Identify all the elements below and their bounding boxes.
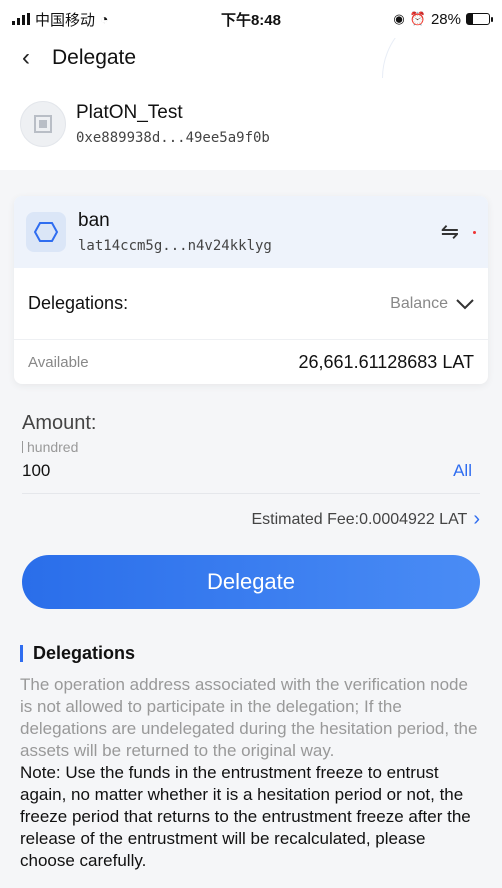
status-time: 下午8:48 [220,11,281,29]
balance-dropdown[interactable]: Balance [390,295,474,313]
estimated-fee-row[interactable]: Estimated Fee:0.0004922 LAT › [0,508,502,531]
carrier-label: 中国移动 [35,11,96,29]
notes-grey-text: The operation address associated with th… [20,675,478,760]
status-left: 中国移动 ◔ [12,9,108,30]
wallet-icon [34,115,52,133]
status-bar: 中国移动 ◔ 下午8:48 ◉ ⏰ 28% [0,0,502,38]
notes-title: Delegations [20,643,482,664]
amount-label: Amount: [22,412,97,434]
delegate-button[interactable]: Delegate [22,555,480,609]
chevron-down-icon [456,298,474,309]
status-right: ◉ ⏰ 28% [393,10,493,28]
estimated-fee-text: Estimated Fee:0.0004922 LAT [251,510,468,528]
wallet-card: PlatON_Test 0xe889938d...49ee5a9f0b [0,78,502,170]
available-value: 26,661.61128683 LAT [298,351,474,372]
node-selector[interactable]: ban lat14ccm5g...n4v24kklyg ⇋ [14,196,488,268]
battery-icon [465,13,493,25]
page-title: Delegate [52,46,137,69]
node-address: lat14ccm5g...n4v24kklyg [78,238,272,254]
amount-hint: hundred [22,439,480,455]
balance-dropdown-value: Balance [390,294,448,312]
available-row: Available 26,661.61128683 LAT [14,340,488,384]
back-icon[interactable]: ‹ [22,44,52,72]
all-button[interactable]: All [453,461,472,481]
delegations-label: Delegations: [28,293,129,313]
header-decoration [382,38,502,78]
alarm-icon: ⏰ [409,11,426,26]
amount-input-row: 100 All [22,461,480,494]
available-label: Available [28,353,89,371]
amount-input[interactable]: 100 [22,461,50,481]
wallet-address: 0xe889938d...49ee5a9f0b [76,130,270,146]
amount-hint-text: hundred [27,439,79,455]
wifi-icon: ◔ [100,11,109,27]
delegation-notes: Delegations The operation address associ… [0,643,502,872]
node-name: ban [78,210,110,231]
node-card: ban lat14ccm5g...n4v24kklyg ⇋ Delegation… [14,196,488,384]
amount-section: Amount: hundred 100 All [0,412,502,494]
battery-percent: 28% [430,10,461,28]
orientation-lock-icon: ◉ [393,11,405,26]
signal-icon [12,13,30,25]
nav-bar: ‹ Delegate [0,38,502,78]
chevron-right-icon: › [473,508,480,530]
hexagon-icon [26,212,66,252]
indicator-dot [473,230,476,234]
wallet-avatar [20,101,66,147]
delegations-row: Delegations: Balance [14,268,488,340]
wallet-name: PlatON_Test [76,102,183,123]
swap-icon[interactable]: ⇋ [441,219,459,245]
title-accent-bar [20,645,23,662]
notes-title-text: Delegations [33,643,136,663]
notes-dark-text: Note: Use the funds in the entrustment f… [20,763,471,870]
